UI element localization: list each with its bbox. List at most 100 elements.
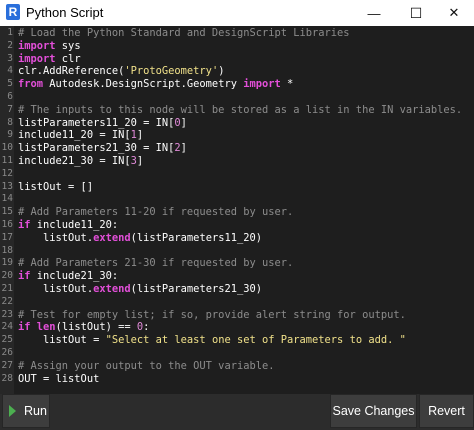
revert-button[interactable]: Revert — [419, 394, 474, 428]
line-number: 21 — [1, 283, 13, 294]
code-token: Autodesk.DesignScript.Geometry — [43, 78, 244, 91]
run-button[interactable]: Run — [2, 394, 50, 428]
close-icon[interactable]: ✕ — [434, 0, 474, 26]
code-token: (listParameters11_20) — [130, 231, 262, 244]
code-token: include21_30 = IN[ — [18, 155, 131, 167]
code-text: if len(listOut) == 0: — [18, 321, 149, 334]
code-line: 8 listParameters11_20 = IN[0] — [0, 117, 474, 130]
code-line: 23 # Test for empty list; if so, provide … — [0, 309, 474, 322]
code-token: if — [18, 321, 31, 334]
bottom-toolbar: Run Save Changes Revert — [0, 394, 474, 430]
line-number: 22 — [1, 295, 13, 307]
code-line: 16 if include11_20: — [0, 219, 474, 232]
code-token: # Assign your output to the OUT variable… — [18, 359, 275, 372]
code-line: 1 # Load the Python Standard and DesignSc… — [0, 27, 474, 40]
code-text: include11_20 = IN[1] — [18, 129, 143, 142]
code-text: listOut = [] — [18, 181, 93, 194]
code-line: 26 — [0, 347, 474, 360]
line-number: 3 — [7, 52, 13, 64]
code-token: ] — [136, 155, 144, 167]
code-token: # Load the Python Standard and DesignScr… — [18, 27, 350, 39]
line-number: 20 — [1, 270, 13, 282]
code-token: 'ProtoGeometry' — [124, 65, 219, 78]
code-token: include11_20: — [30, 219, 119, 231]
code-token: import — [243, 78, 281, 91]
line-number: 2 — [7, 39, 13, 51]
code-editor[interactable]: 1 # Load the Python Standard and DesignSc… — [0, 26, 474, 394]
code-line: 25 listOut = "Select at least one set of… — [0, 334, 474, 347]
code-token: OUT = listOut — [18, 372, 100, 385]
code-line: 5 from Autodesk.DesignScript.Geometry imp… — [0, 78, 474, 91]
code-token: "Select at least one set of Parameters t… — [105, 334, 406, 347]
code-token: import — [18, 52, 56, 65]
line-number: 13 — [1, 180, 13, 192]
code-line: 12 — [0, 168, 474, 181]
code-token: listOut. — [18, 231, 94, 244]
code-token: # The inputs to this node will be stored… — [18, 103, 463, 116]
line-number: 4 — [7, 65, 13, 77]
line-number: 19 — [1, 257, 13, 269]
code-token: extend — [93, 283, 131, 295]
play-icon — [9, 405, 16, 417]
code-token: ) — [218, 65, 225, 78]
code-text: listOut.extend(listParameters11_20) — [18, 232, 262, 245]
maximize-icon[interactable]: ☐ — [396, 0, 436, 26]
line-number: 15 — [1, 206, 13, 218]
code-token: if — [18, 270, 31, 283]
code-text: clr.AddReference('ProtoGeometry') — [18, 65, 224, 78]
code-token: ] — [180, 142, 187, 155]
minimize-icon[interactable]: — — [354, 0, 394, 26]
code-text: import clr — [18, 53, 81, 66]
code-token: listOut = — [18, 334, 106, 347]
line-number: 18 — [1, 244, 13, 256]
code-token: ] — [136, 129, 144, 142]
code-text: # Add Parameters 11-20 if requested by u… — [18, 206, 293, 219]
line-number: 12 — [1, 167, 13, 179]
code-token: listOut. — [18, 283, 94, 295]
save-changes-label: Save Changes — [332, 404, 415, 418]
line-number: 23 — [1, 308, 13, 320]
line-number: 25 — [1, 334, 13, 346]
save-changes-button[interactable]: Save Changes — [330, 394, 417, 428]
line-number: 1 — [7, 27, 13, 38]
line-number: 6 — [7, 91, 13, 102]
code-text: if include11_20: — [18, 219, 118, 232]
code-text: # Assign your output to the OUT variable… — [18, 360, 274, 373]
line-number: 14 — [1, 193, 13, 205]
code-line: 17 listOut.extend(listParameters11_20) — [0, 232, 474, 245]
code-line: 10 listParameters21_30 = IN[2] — [0, 142, 474, 155]
window-title: Python Script — [26, 5, 104, 20]
line-number: 11 — [1, 155, 13, 166]
code-token: (listParameters21_30) — [130, 283, 262, 295]
code-line: 21 listOut.extend(listParameters21_30) — [0, 283, 474, 296]
line-number: 27 — [1, 359, 13, 371]
code-text: include21_30 = IN[3] — [18, 155, 143, 168]
line-number: 26 — [1, 347, 13, 358]
code-line: 19 # Add Parameters 21-30 if requested by… — [0, 257, 474, 270]
code-token: (listOut) == — [55, 321, 137, 334]
code-line: 15 # Add Parameters 11-20 if requested by… — [0, 206, 474, 219]
code-line: 6 — [0, 91, 474, 104]
code-line: 7 # The inputs to this node will be store… — [0, 104, 474, 117]
code-text: # The inputs to this node will be stored… — [18, 104, 462, 117]
code-token: import — [18, 39, 56, 52]
code-line: 2 import sys — [0, 40, 474, 53]
code-token: if — [18, 219, 31, 231]
code-token: include21_30: — [30, 270, 119, 283]
code-token: listParameters21_30 = IN[ — [18, 142, 175, 155]
line-number: 8 — [7, 116, 13, 128]
line-number: 5 — [7, 78, 13, 90]
code-text: # Load the Python Standard and DesignScr… — [18, 27, 350, 40]
code-token: include11_20 = IN[ — [18, 129, 131, 142]
line-number: 24 — [1, 321, 13, 333]
code-token: clr — [55, 52, 81, 65]
code-token: clr.AddReference( — [18, 65, 125, 78]
code-token: len — [36, 321, 56, 334]
line-number: 9 — [7, 129, 13, 141]
code-text: listParameters11_20 = IN[0] — [18, 117, 187, 130]
line-number: 17 — [1, 231, 13, 243]
run-button-label: Run — [24, 404, 47, 418]
code-token: # Add Parameters 21-30 if requested by u… — [18, 257, 294, 270]
line-number: 7 — [7, 103, 13, 115]
code-text: listParameters21_30 = IN[2] — [18, 142, 187, 155]
